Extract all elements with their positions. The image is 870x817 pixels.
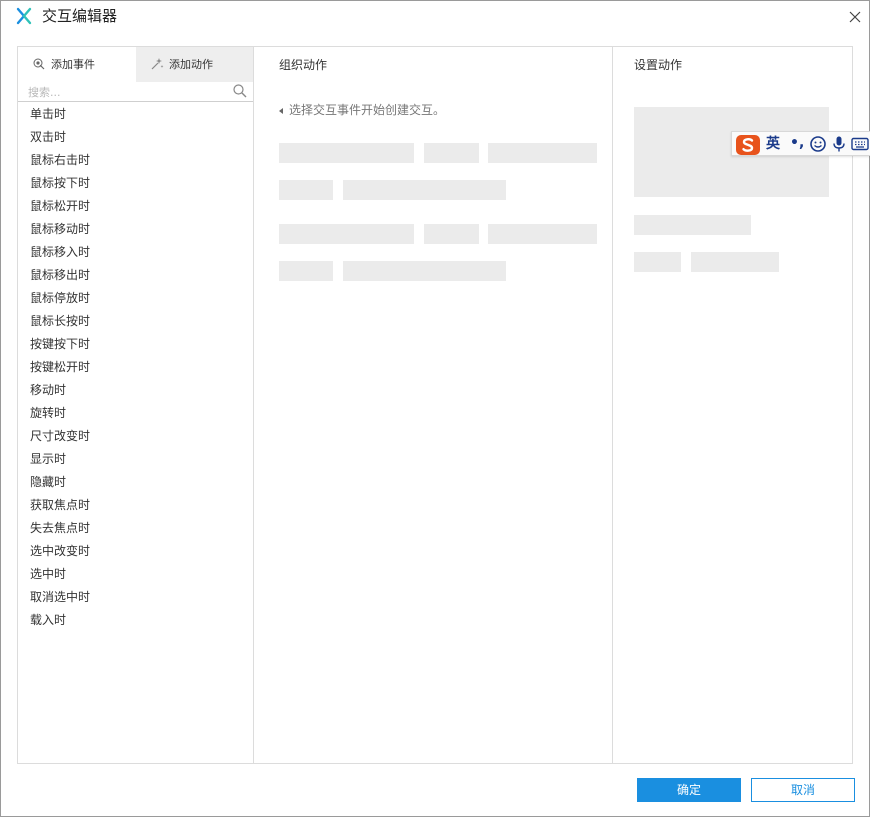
hint-text: 选择交互事件开始创建交互。 bbox=[289, 103, 446, 117]
event-search bbox=[18, 82, 253, 102]
event-item[interactable]: 鼠标移入时 bbox=[18, 241, 253, 264]
event-item[interactable]: 单击时 bbox=[18, 103, 253, 126]
event-item[interactable]: 取消选中时 bbox=[18, 586, 253, 609]
caret-left-icon bbox=[279, 107, 283, 114]
search-icon[interactable] bbox=[232, 83, 248, 99]
skeleton-placeholder bbox=[279, 224, 414, 244]
skeleton-placeholder bbox=[634, 252, 681, 272]
event-item[interactable]: 移动时 bbox=[18, 379, 253, 402]
event-item[interactable]: 旋转时 bbox=[18, 402, 253, 425]
event-item[interactable]: 获取焦点时 bbox=[18, 494, 253, 517]
event-item[interactable]: 鼠标移出时 bbox=[18, 264, 253, 287]
ime-toolbar: 英 •, bbox=[731, 131, 870, 156]
events-panel: 添加事件 添加动作 单击时 bbox=[18, 47, 254, 763]
skeleton-placeholder bbox=[634, 215, 751, 235]
event-item[interactable]: 按键按下时 bbox=[18, 333, 253, 356]
event-item[interactable]: 鼠标按下时 bbox=[18, 172, 253, 195]
event-item[interactable]: 隐藏时 bbox=[18, 471, 253, 494]
event-item[interactable]: 鼠标移动时 bbox=[18, 218, 253, 241]
search-input[interactable] bbox=[28, 84, 223, 100]
panel-tabs: 添加事件 添加动作 bbox=[18, 47, 253, 82]
skeleton-placeholder bbox=[343, 261, 506, 281]
event-item[interactable]: 显示时 bbox=[18, 448, 253, 471]
empty-state-hint: 选择交互事件开始创建交互。 bbox=[279, 102, 445, 118]
organize-actions-panel: 组织动作 选择交互事件开始创建交互。 bbox=[254, 47, 613, 763]
editor-content: 添加事件 添加动作 单击时 bbox=[17, 46, 853, 764]
skeleton-placeholder bbox=[343, 180, 506, 200]
microphone-icon[interactable] bbox=[830, 135, 848, 153]
skeleton-placeholder bbox=[424, 143, 479, 163]
emoji-icon[interactable] bbox=[809, 135, 827, 153]
keyboard-icon[interactable] bbox=[851, 135, 869, 153]
set-action-heading: 设置动作 bbox=[634, 58, 683, 72]
add-action-icon bbox=[151, 58, 164, 70]
event-list: 单击时 双击时 鼠标右击时 鼠标按下时 鼠标松开时 鼠标移动时 鼠标移入时 鼠标… bbox=[18, 103, 253, 632]
event-item[interactable]: 鼠标右击时 bbox=[18, 149, 253, 172]
event-item[interactable]: 选中改变时 bbox=[18, 540, 253, 563]
add-event-icon bbox=[33, 58, 45, 70]
event-item[interactable]: 失去焦点时 bbox=[18, 517, 253, 540]
interaction-editor-window: 交互编辑器 添加事件 添加动作 搜索... 单击时 双击时 鼠标右击时 鼠标按下… bbox=[0, 0, 870, 817]
event-item[interactable]: 按键松开时 bbox=[18, 356, 253, 379]
organize-actions-heading: 组织动作 bbox=[279, 58, 328, 72]
skeleton-placeholder bbox=[279, 143, 414, 163]
event-item[interactable]: 载入时 bbox=[18, 609, 253, 632]
app-logo-icon bbox=[16, 7, 32, 25]
cancel-button[interactable]: 取消 bbox=[751, 778, 855, 802]
close-icon[interactable] bbox=[844, 6, 866, 28]
window-title: 交互编辑器 bbox=[42, 7, 118, 25]
event-item[interactable]: 双击时 bbox=[18, 126, 253, 149]
tab-add-action-label: 添加动作 bbox=[169, 58, 213, 71]
event-item[interactable]: 鼠标长按时 bbox=[18, 310, 253, 333]
event-item[interactable]: 选中时 bbox=[18, 563, 253, 586]
skeleton-placeholder bbox=[424, 224, 479, 244]
sogou-logo-icon[interactable] bbox=[735, 134, 761, 156]
tab-add-event-label: 添加事件 bbox=[51, 58, 95, 71]
title-bar: 交互编辑器 bbox=[1, 1, 869, 33]
event-item[interactable]: 鼠标松开时 bbox=[18, 195, 253, 218]
ime-punctuation-toggle[interactable]: •, bbox=[790, 134, 804, 152]
tab-add-event[interactable]: 添加事件 bbox=[18, 47, 136, 82]
skeleton-placeholder bbox=[488, 143, 597, 163]
event-item[interactable]: 尺寸改变时 bbox=[18, 425, 253, 448]
tab-add-action[interactable]: 添加动作 bbox=[136, 47, 253, 82]
skeleton-placeholder bbox=[279, 261, 333, 281]
event-item[interactable]: 鼠标停放时 bbox=[18, 287, 253, 310]
confirm-button[interactable]: 确定 bbox=[637, 778, 741, 802]
ime-language-toggle[interactable]: 英 bbox=[766, 135, 780, 153]
skeleton-placeholder bbox=[691, 252, 779, 272]
skeleton-placeholder bbox=[488, 224, 597, 244]
skeleton-placeholder bbox=[279, 180, 333, 200]
